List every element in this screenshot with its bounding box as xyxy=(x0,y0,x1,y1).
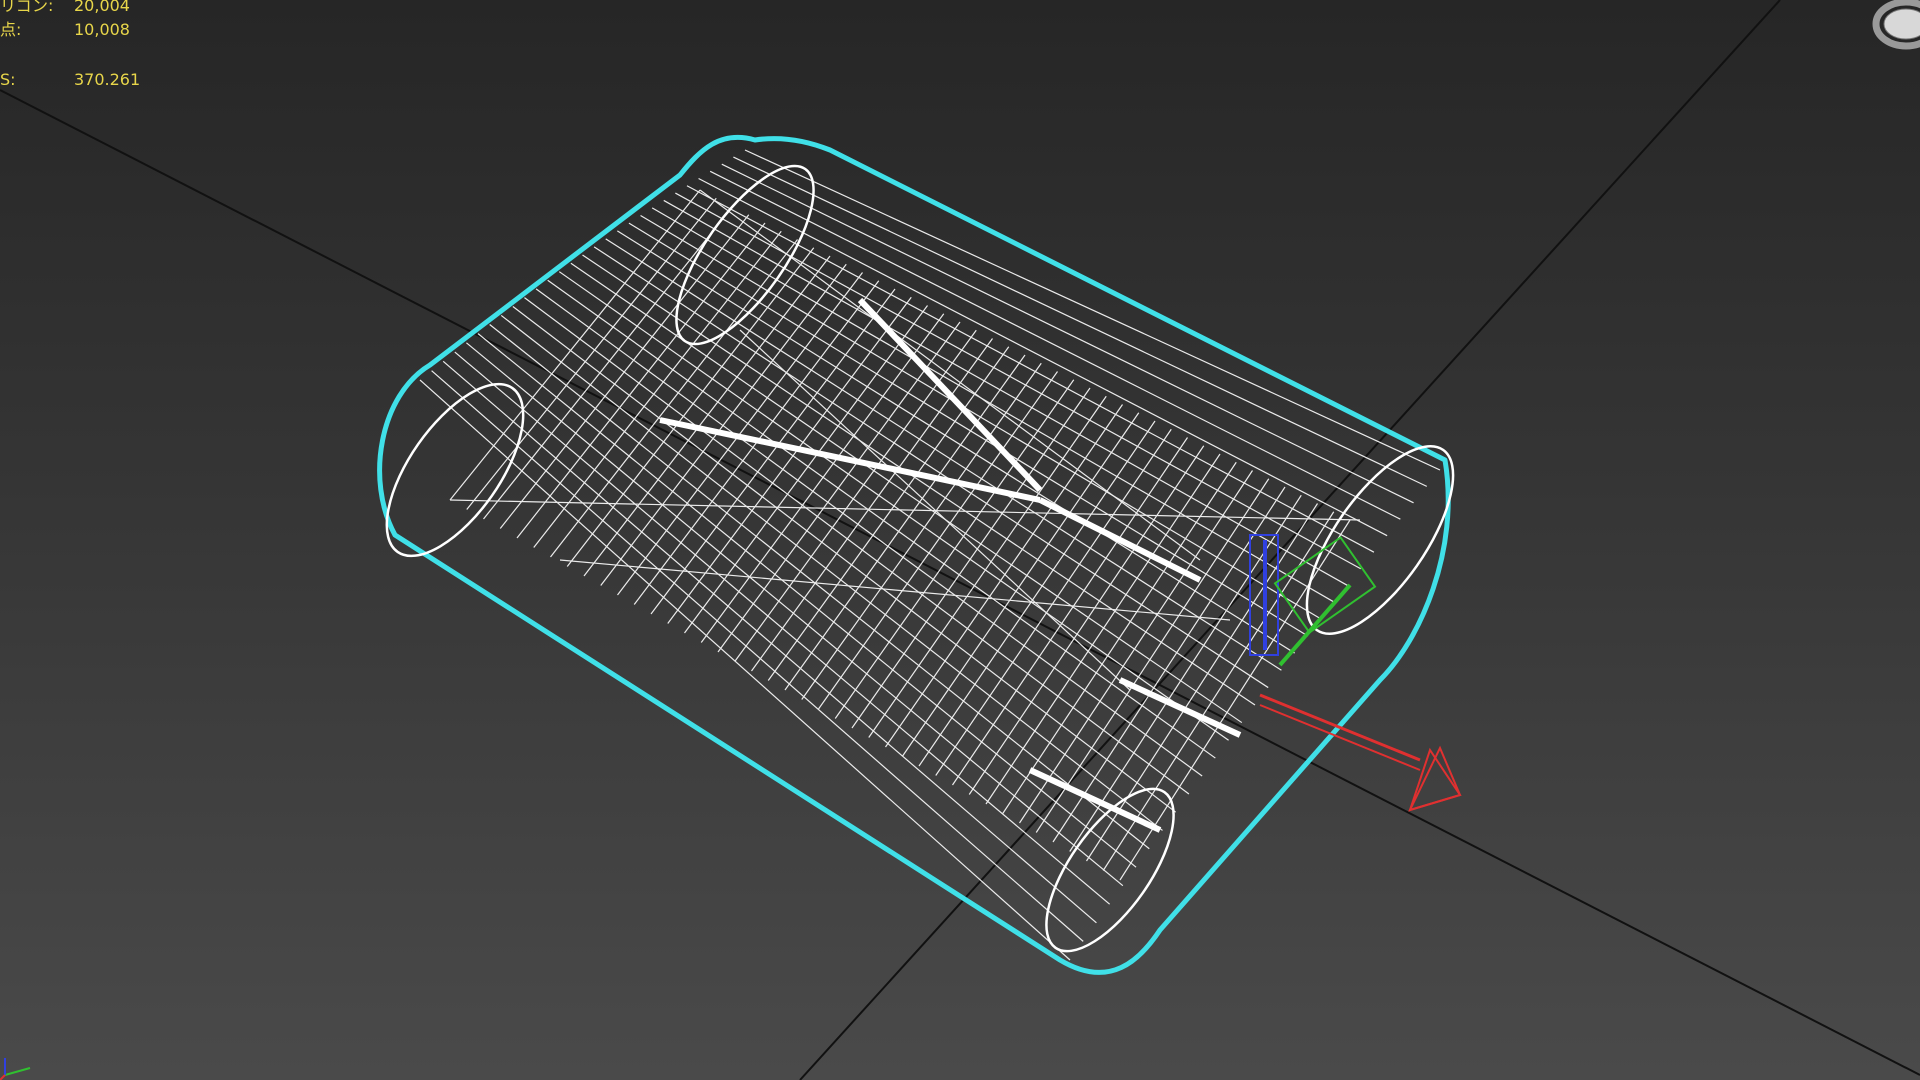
wire-edge xyxy=(733,156,1428,487)
wireframe-mesh xyxy=(419,149,1441,961)
wire-edge xyxy=(617,230,1295,654)
gizmo-x-line xyxy=(1259,704,1421,771)
perspective-viewport[interactable]: リゴン: 20,004 点: 10,008 S: 370.261 xyxy=(0,0,1920,1080)
wire-edge xyxy=(499,214,750,529)
wire-strut xyxy=(1038,497,1202,583)
polygon-count-value: 20,004 xyxy=(74,0,130,15)
wire-edge xyxy=(1035,478,1270,833)
wire-edge xyxy=(698,177,1388,537)
wire-edge xyxy=(477,333,1137,868)
wire-edge xyxy=(483,206,733,520)
wire-edge xyxy=(868,395,1107,738)
vertex-count-value: 10,008 xyxy=(74,20,130,39)
camera-gizmo[interactable] xyxy=(1249,534,1462,812)
wire-edge xyxy=(901,412,1140,757)
wire-edge xyxy=(582,254,1256,706)
gizmo-x-cone-back xyxy=(1408,745,1462,812)
fps-value: 370.261 xyxy=(74,70,141,89)
wire-edge xyxy=(651,207,1335,603)
end-cap-front xyxy=(1045,787,1175,953)
gizmo-z-axis xyxy=(1249,534,1279,656)
wire-edge xyxy=(1018,470,1254,824)
wire-edge xyxy=(968,445,1205,795)
wire-edge xyxy=(500,314,1163,831)
gizmo-y-box xyxy=(1273,536,1377,634)
wire-strut xyxy=(1028,767,1162,833)
home-grid xyxy=(0,0,1920,1080)
wire-edge xyxy=(600,263,847,586)
end-cap-right xyxy=(1305,445,1455,635)
wire-edge xyxy=(419,379,1071,961)
wire-edge xyxy=(431,370,1084,942)
wire-edge xyxy=(699,189,1201,561)
wire-strut xyxy=(857,297,1043,493)
wire-edge xyxy=(550,239,798,558)
gizmo-x-arrow xyxy=(1259,693,1421,762)
wire-edge xyxy=(566,247,815,567)
wire-edge xyxy=(663,199,1348,586)
polygon-count-label: リゴン: xyxy=(0,0,54,15)
selection-outline xyxy=(377,134,1451,975)
selected-object[interactable] xyxy=(361,134,1480,975)
wire-edge xyxy=(767,346,1010,681)
scene-canvas[interactable] xyxy=(0,0,1920,1080)
fps-label: S: xyxy=(0,70,16,89)
wire-edge xyxy=(650,288,896,615)
axis-tripod-icon xyxy=(0,1058,31,1080)
wire-edge xyxy=(818,371,1058,710)
wire-edge xyxy=(985,453,1221,805)
wire-edge xyxy=(466,342,1124,887)
vertex-count-label: 点: xyxy=(0,20,22,39)
wire-edge xyxy=(667,296,912,624)
grid-axis-line xyxy=(0,89,1920,1076)
grid-axis-line xyxy=(799,0,1781,1080)
viewcube-icon[interactable] xyxy=(1856,0,1920,64)
wire-edge xyxy=(918,420,1156,767)
wire-edge xyxy=(709,170,1401,520)
